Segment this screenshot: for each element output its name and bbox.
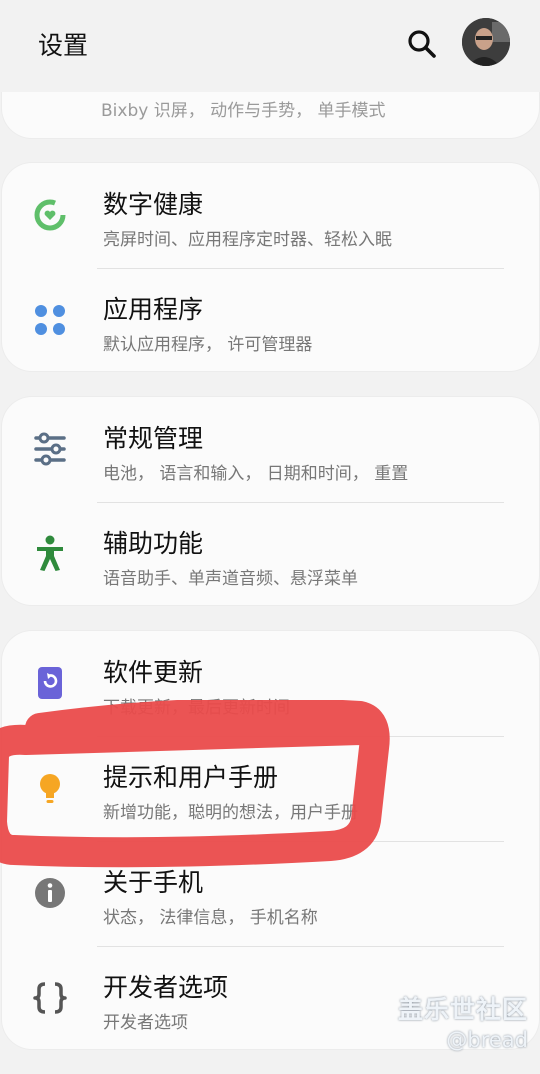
avatar[interactable] (462, 18, 510, 66)
settings-item-title: 软件更新 (103, 658, 204, 687)
settings-item-subtitle: 电池， 语言和输入， 日期和时间， 重置 (103, 464, 409, 484)
settings-item-subtitle: 下载更新，最后更新时间 (103, 698, 290, 718)
settings-item-accessibility[interactable]: 辅助功能 语音助手、单声道音频、悬浮菜单 (2, 502, 539, 605)
accessibility-person-icon (30, 534, 70, 574)
settings-item-subtitle: 默认应用程序， 许可管理器 (103, 335, 313, 355)
card-general-accessibility: 常规管理 电池， 语言和输入， 日期和时间， 重置 辅助功能 语音助手、单声道音… (2, 397, 539, 605)
advanced-features-subtitle: Bixby 识屏， 动作与手势， 单手模式 (101, 101, 386, 121)
app-header: 设置 (0, 0, 540, 92)
settings-item-title: 辅助功能 (103, 529, 204, 558)
info-icon (30, 873, 70, 913)
software-update-icon (30, 663, 70, 703)
settings-item-tips-user-manual[interactable]: 提示和用户手册 新增功能，聪明的想法，用户手册 (2, 736, 539, 841)
watermark-text: 盖乐世社区 (397, 995, 528, 1024)
watermark-handle: @bread (446, 1028, 528, 1052)
settings-item-software-update[interactable]: 软件更新 下载更新，最后更新时间 (2, 631, 539, 736)
settings-item-subtitle: 新增功能，聪明的想法，用户手册 (103, 803, 358, 823)
settings-item-digital-wellbeing[interactable]: 数字健康 亮屏时间、应用程序定时器、轻松入眠 (2, 163, 539, 268)
settings-item-title: 提示和用户手册 (103, 763, 279, 792)
settings-item-title: 应用程序 (103, 295, 204, 324)
digital-wellbeing-icon (30, 195, 70, 235)
settings-item-subtitle: 亮屏时间、应用程序定时器、轻松入眠 (103, 230, 392, 250)
settings-item-title: 常规管理 (103, 424, 204, 453)
settings-item-subtitle: 开发者选项 (103, 1013, 188, 1033)
page-title: 设置 (38, 31, 89, 60)
sliders-icon (30, 429, 70, 469)
settings-item-title: 数字健康 (103, 190, 204, 219)
search-icon[interactable] (404, 26, 440, 62)
settings-item-about-phone[interactable]: 关于手机 状态， 法律信息， 手机名称 (2, 841, 539, 946)
settings-item-title: 关于手机 (103, 868, 204, 897)
apps-grid-icon (30, 300, 70, 340)
lightbulb-icon (30, 768, 70, 808)
settings-item-subtitle: 状态， 法律信息， 手机名称 (103, 908, 318, 928)
settings-item-title: 开发者选项 (103, 973, 229, 1002)
card-wellbeing-apps: 数字健康 亮屏时间、应用程序定时器、轻松入眠 应用程序 默认应用程序， 许可管理… (2, 163, 539, 371)
card-update-about: 软件更新 下载更新，最后更新时间 提示和用户手册 新增功能，聪明的想法，用户手册… (2, 631, 539, 1049)
settings-item-apps[interactable]: 应用程序 默认应用程序， 许可管理器 (2, 268, 539, 371)
curly-braces-icon (30, 978, 70, 1018)
settings-item-subtitle: 语音助手、单声道音频、悬浮菜单 (103, 569, 358, 589)
settings-item-general-management[interactable]: 常规管理 电池， 语言和输入， 日期和时间， 重置 (2, 397, 539, 502)
